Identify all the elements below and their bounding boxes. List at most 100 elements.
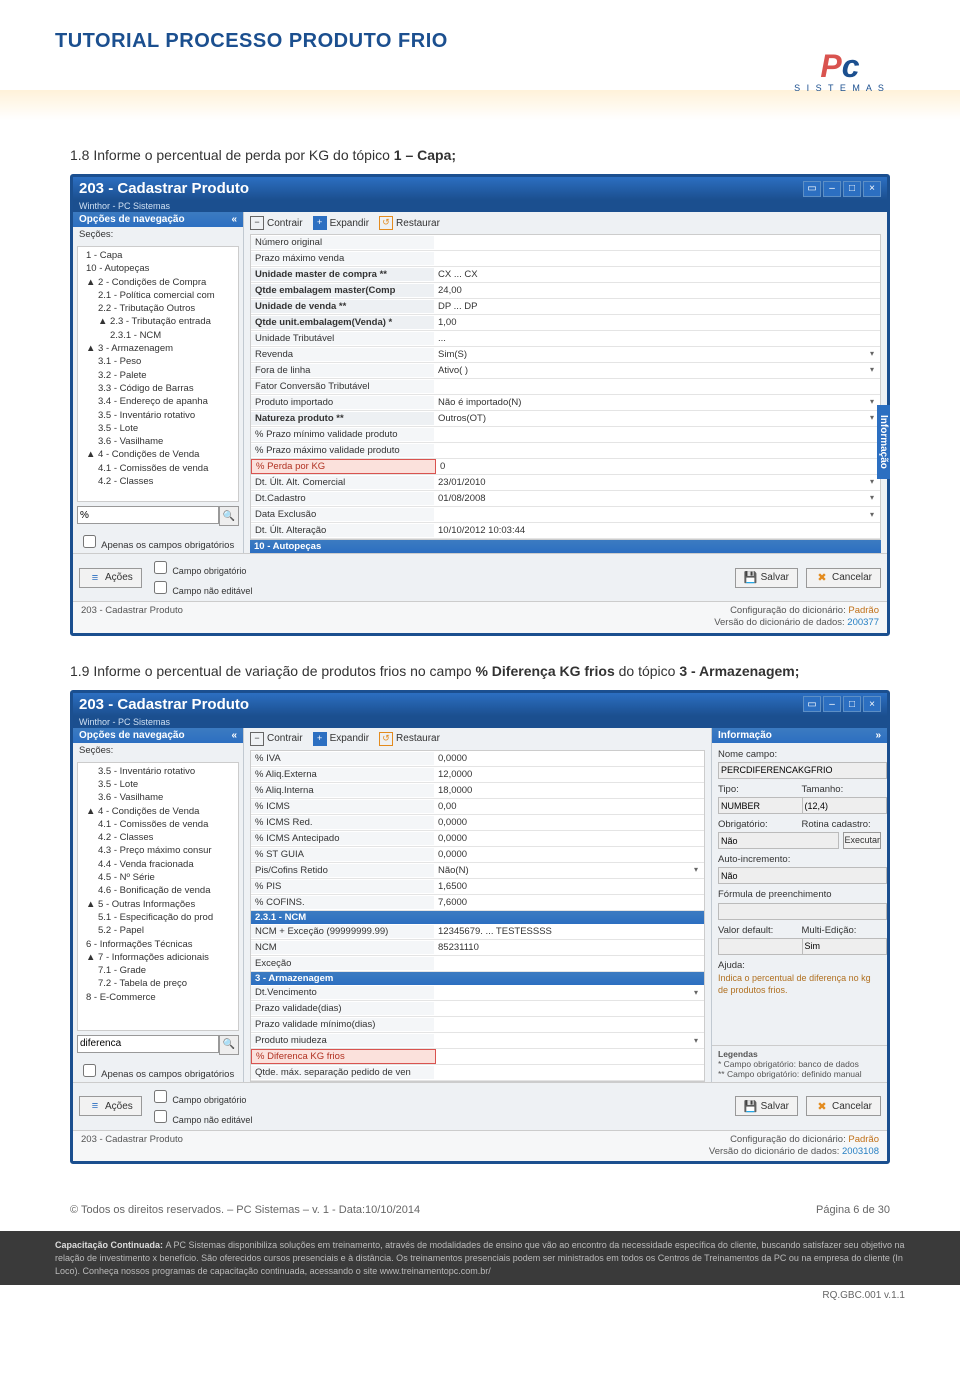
grid-value[interactable] xyxy=(434,386,880,388)
dropdown-icon[interactable]: ▾ xyxy=(870,365,874,374)
close-icon[interactable]: × xyxy=(863,696,881,712)
grid-value[interactable]: Outros(OT)▾ xyxy=(434,412,880,425)
chk-nao-editavel[interactable] xyxy=(154,581,167,594)
grid-row[interactable]: % Perda por KG0 xyxy=(251,459,880,475)
tree-item[interactable]: 1 - Capa xyxy=(80,249,236,262)
dropdown-icon[interactable]: ▾ xyxy=(870,510,874,519)
grid-value[interactable]: 0,0000 xyxy=(434,848,704,861)
cancel-button[interactable]: ✖Cancelar xyxy=(806,1096,881,1116)
minimize-icon[interactable]: – xyxy=(823,181,841,197)
grid-row[interactable]: Pis/Cofins RetidoNão(N)▾ xyxy=(251,863,704,879)
actions-button[interactable]: ≡Ações xyxy=(79,1096,142,1116)
maximize-icon[interactable]: □ xyxy=(843,181,861,197)
restore-icon[interactable]: ▭ xyxy=(803,696,821,712)
grid-row[interactable]: % Diferenca KG frios xyxy=(251,1049,704,1065)
grid-row[interactable]: Data Exclusão▾ xyxy=(251,507,880,523)
grid-value[interactable]: DP ... DP xyxy=(434,300,880,313)
grid-value[interactable]: 18,0000 xyxy=(434,784,704,797)
nav-tree[interactable]: 1 - Capa10 - Autopeças▲ 2 - Condições de… xyxy=(77,246,239,502)
cancel-button[interactable]: ✖Cancelar xyxy=(806,568,881,588)
save-button[interactable]: 💾Salvar xyxy=(735,568,798,588)
tree-item[interactable]: 4.4 - Venda fracionada xyxy=(80,858,236,871)
grid-value[interactable]: 1,00 xyxy=(434,316,880,329)
grid-row[interactable]: % Aliq.Interna18,0000 xyxy=(251,783,704,799)
tree-item[interactable]: 3.4 - Endereço de apanha xyxy=(80,395,236,408)
grid-row[interactable]: Prazo validade mínimo(dias) xyxy=(251,1017,704,1033)
tree-item[interactable]: ▲ 4 - Condições de Venda xyxy=(80,805,236,818)
tree-item[interactable]: 3.5 - Inventário rotativo xyxy=(80,765,236,778)
minimize-icon[interactable]: – xyxy=(823,696,841,712)
grid-value[interactable]: 7,6000 xyxy=(434,896,704,909)
tree-item[interactable]: 5.1 - Especificação do prod xyxy=(80,911,236,924)
grid-value[interactable] xyxy=(434,450,880,452)
grid-row[interactable]: Prazo validade(dias) xyxy=(251,1001,704,1017)
grid-row[interactable]: Fora de linhaAtivo( )▾ xyxy=(251,363,880,379)
grid-row[interactable]: % ST GUIA0,0000 xyxy=(251,847,704,863)
expandir-button[interactable]: +Expandir xyxy=(313,216,369,230)
grid-row[interactable]: % Prazo máximo validade produto xyxy=(251,443,880,459)
tree-item[interactable]: ▲ 2.3 - Tributação entrada xyxy=(80,315,236,328)
tree-item[interactable]: 3.5 - Lote xyxy=(80,778,236,791)
grid-row[interactable]: Qtde embalagem master(Comp24,00 xyxy=(251,283,880,299)
grid-value[interactable]: Ativo( )▾ xyxy=(434,364,880,377)
grid-row[interactable]: Unidade de venda **DP ... DP xyxy=(251,299,880,315)
section-ncm[interactable]: 2.3.1 - NCM xyxy=(251,911,704,924)
grid-value[interactable]: Não é importado(N)▾ xyxy=(434,396,880,409)
tree-item[interactable]: 3.6 - Vasilhame xyxy=(80,791,236,804)
grid-value[interactable]: 12,0000 xyxy=(434,768,704,781)
grid-value[interactable]: 85231110 xyxy=(434,941,704,954)
section-armazenagem[interactable]: 3 - Armazenagem xyxy=(251,972,704,985)
tree-item[interactable]: 7.1 - Grade xyxy=(80,964,236,977)
grid-value[interactable]: Não(N)▾ xyxy=(434,864,704,877)
dropdown-icon[interactable]: ▾ xyxy=(870,397,874,406)
tree-item[interactable]: 4.5 - Nº Série xyxy=(80,871,236,884)
grid-row[interactable]: Número original xyxy=(251,235,880,251)
grid-value[interactable]: ▾ xyxy=(434,1035,704,1046)
tree-item[interactable]: 4.3 - Preço máximo consur xyxy=(80,844,236,857)
grid-value[interactable]: ... xyxy=(434,332,880,345)
chk-obrigatorio[interactable] xyxy=(154,561,167,574)
grid-row[interactable]: % Prazo mínimo validade produto xyxy=(251,427,880,443)
grid-row[interactable]: Dt.Cadastro01/08/2008▾ xyxy=(251,491,880,507)
dropdown-icon[interactable]: ▾ xyxy=(870,413,874,422)
tree-item[interactable]: 10 - Autopeças xyxy=(80,262,236,275)
grid-row[interactable]: % COFINS.7,6000 xyxy=(251,895,704,911)
dropdown-icon[interactable]: ▾ xyxy=(870,477,874,486)
grid-value[interactable] xyxy=(434,258,880,260)
tree-item[interactable]: 7.2 - Tabela de preço xyxy=(80,977,236,990)
grid-value[interactable]: 0 xyxy=(436,460,880,473)
restaurar-button[interactable]: ↺Restaurar xyxy=(379,216,440,230)
grid-row[interactable]: % PIS1,6500 xyxy=(251,879,704,895)
close-icon[interactable]: × xyxy=(863,181,881,197)
grid-row[interactable]: Natureza produto **Outros(OT)▾ xyxy=(251,411,880,427)
tree-item[interactable]: 2.3.1 - NCM xyxy=(80,329,236,342)
expandir-button[interactable]: +Expandir xyxy=(313,732,369,746)
only-required-checkbox[interactable] xyxy=(83,1064,96,1077)
expand-icon[interactable]: » xyxy=(875,730,881,741)
tree-item[interactable]: 8 - E-Commerce xyxy=(80,991,236,1004)
tree-item[interactable]: ▲ 4 - Condições de Venda xyxy=(80,448,236,461)
grid-row[interactable]: Produto miudeza▾ xyxy=(251,1033,704,1049)
grid-row[interactable]: Dt. Últ. Alt. Comercial23/01/2010▾ xyxy=(251,475,880,491)
grid-row[interactable]: Produto importadoNão é importado(N)▾ xyxy=(251,395,880,411)
grid-row[interactable]: % Aliq.Externa12,0000 xyxy=(251,767,704,783)
grid-row[interactable]: Exceção xyxy=(251,956,704,972)
chk-obrigatorio[interactable] xyxy=(154,1090,167,1103)
grid-row[interactable]: RevendaSim(S)▾ xyxy=(251,347,880,363)
dropdown-icon[interactable]: ▾ xyxy=(694,1036,698,1045)
grid-row[interactable]: % ICMS Antecipado0,0000 xyxy=(251,831,704,847)
tree-item[interactable]: 5.2 - Papel xyxy=(80,924,236,937)
grid-row[interactable]: Qtde unit.embalagem(Venda) *1,00 xyxy=(251,315,880,331)
save-button[interactable]: 💾Salvar xyxy=(735,1096,798,1116)
maximize-icon[interactable]: □ xyxy=(843,696,861,712)
executar-button[interactable]: Executar xyxy=(843,832,881,849)
tree-item[interactable]: 3.5 - Lote xyxy=(80,422,236,435)
nav-tree[interactable]: 3.5 - Inventário rotativo3.5 - Lote3.6 -… xyxy=(77,762,239,1031)
grid-value[interactable]: 0,00 xyxy=(434,800,704,813)
tree-item[interactable]: ▲ 3 - Armazenagem xyxy=(80,342,236,355)
grid-row[interactable]: % ICMS Red.0,0000 xyxy=(251,815,704,831)
grid-value[interactable]: 0,0000 xyxy=(434,816,704,829)
grid-value[interactable]: 0,0000 xyxy=(434,832,704,845)
collapse-icon[interactable]: « xyxy=(231,730,237,741)
contrair-button[interactable]: −Contrair xyxy=(250,216,303,230)
